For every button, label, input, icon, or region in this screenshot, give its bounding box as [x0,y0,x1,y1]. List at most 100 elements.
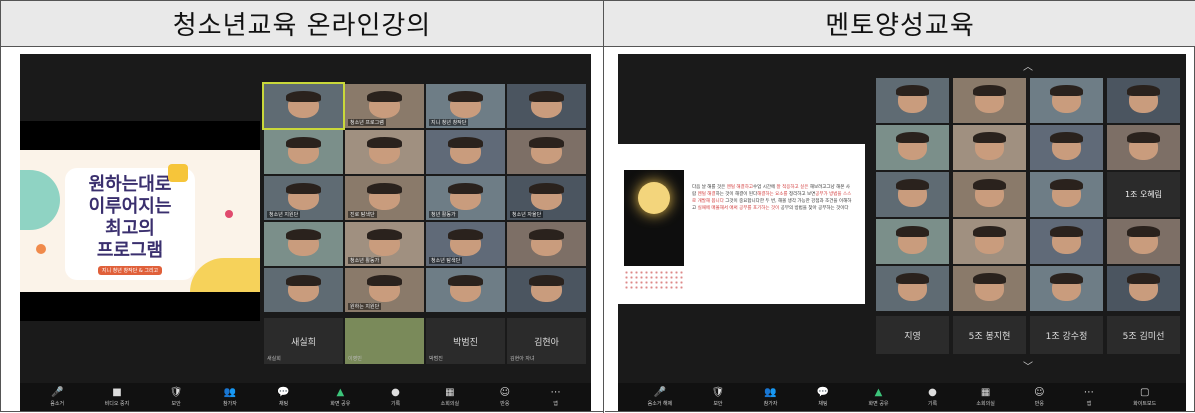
participant-tile[interactable] [953,219,1026,264]
participant-tile[interactable] [345,130,424,174]
participant-name-tile[interactable]: 5조 김미선 [1107,316,1180,354]
toolbar-button[interactable]: ☺ 반응 [500,387,510,407]
participant-tile[interactable] [1030,266,1103,311]
participant-tile[interactable]: 청소년 탐색단 [426,222,505,266]
participant-tile[interactable] [264,268,343,312]
toolbar-label: 소회의실 [976,400,995,407]
participant-name-tile[interactable]: 김현아 김현아 자녀 [507,318,586,364]
toolbar-button[interactable]: ■ 비디오 중지 [104,387,130,407]
participant-tile[interactable]: 청년 활동가 [426,176,505,220]
participant-tile[interactable] [264,130,343,174]
toolbar-icon: 👥 [764,386,777,398]
toolbar-icon: ▢ [1140,386,1150,398]
participant-name-tile[interactable]: 5조 봉지현 [953,316,1026,354]
slide-title-line: 프로그램 [96,239,164,261]
lightbulb-image [624,170,684,266]
participant-name-tile[interactable]: 새실희 새실희 [264,318,343,364]
toolbar-button[interactable]: 🛡 보안 [170,387,183,407]
participant-tile[interactable] [876,78,949,123]
chevron-down-icon[interactable]: ﹀ [1023,358,1033,373]
participant-tile[interactable] [1030,125,1103,170]
participant-hair [973,132,1006,144]
toolbar-button[interactable]: 💬 채팅 [817,387,829,407]
participant-tile[interactable] [953,266,1026,311]
participant-tile[interactable] [1030,172,1103,217]
participant-hair [448,229,483,241]
participant-tile[interactable] [876,125,949,170]
participant-tile[interactable]: 지니 청년 창작단 [426,84,505,128]
participant-tile[interactable] [426,268,505,312]
participant-tile[interactable] [876,266,949,311]
participant-tile[interactable] [1030,219,1103,264]
participant-name: 지영 [904,331,921,342]
toolbar-button[interactable]: ▦ 소회의실 [441,387,459,407]
participant-hair [973,273,1006,285]
participant-tile[interactable] [264,222,343,266]
participant-tile[interactable] [426,130,505,174]
participant-hair [529,137,564,149]
participant-hair [896,85,929,97]
decor-dot [36,244,46,254]
participant-tile[interactable] [507,130,586,174]
toolbar-icon: 🎤 [50,386,64,398]
toolbar-button[interactable]: ▲ 화면 공유 [330,387,350,407]
participant-tile[interactable] [876,172,949,217]
toolbar-label: 음소거 해제 [647,400,673,407]
toolbar-button[interactable]: ▢ 화이트보드 [1133,386,1156,407]
toolbar-button[interactable]: ● 기록 [391,387,400,407]
participant-tile[interactable]: 진로 탐색단 [345,176,424,220]
toolbar-label: 반응 [500,400,510,407]
participant-hair [896,226,929,238]
participant-tile[interactable] [953,125,1026,170]
participant-tile[interactable] [1107,219,1180,264]
toolbar-icon: 👥 [223,386,237,398]
participant-tile[interactable] [953,78,1026,123]
toolbar-button[interactable]: 🎤 음소거 [50,386,65,407]
toolbar-button[interactable]: ▦ 소회의실 [976,387,995,407]
toolbar-button[interactable]: ● 기록 [928,387,937,407]
chevron-up-icon[interactable]: ︿ [1023,58,1033,73]
participant-tile[interactable] [1107,78,1180,123]
participant-name: 청소년 프로그램 [348,119,386,126]
participant-tile[interactable] [1107,266,1180,311]
participant-tile[interactable] [876,219,949,264]
participant-tile[interactable] [953,172,1026,217]
participant-hair [286,137,321,149]
toolbar-button[interactable]: 🎤 음소거 해제 [647,387,673,407]
toolbar-icon: ⋯ [550,386,561,398]
participant-tile[interactable] [1107,125,1180,170]
toolbar-button[interactable]: 👥 참가자 [764,386,778,407]
toolbar-button[interactable]: ☺ 반응 [1034,387,1044,407]
participant-hair [448,275,483,287]
toolbar-button[interactable]: 👥 참가자 [223,386,237,407]
participant-tile[interactable]: 원하는 지원단 [345,268,424,312]
toolbar-label: 음소거 [50,400,65,407]
participant-hair [367,183,402,195]
toolbar-label: 비디오 중지 [104,400,130,407]
participant-tile[interactable]: 1조 오혜림 [1107,172,1180,217]
toolbar-button[interactable]: ⋯ 앱 [1084,387,1094,407]
toolbar-button[interactable]: 💬 채팅 [277,387,289,407]
participant-name: 5조 봉지현 [968,331,1011,342]
slide-title-line: 이루어지는 [88,195,172,217]
participant-tile[interactable] [1030,78,1103,123]
zoom-screenshot-mentor: 다음 날 해를 것은 멘털 해결하고수업 시간에 잘 적응하고 싶은 해보려고그… [618,54,1186,411]
participant-hair [367,275,402,287]
participant-tile[interactable] [507,222,586,266]
participant-name-tile[interactable]: 지영 [876,316,949,354]
slide-title-line: 최고의 [105,217,155,239]
toolbar-button[interactable]: 🛡 보안 [712,387,725,407]
toolbar-button[interactable]: ⋯ 앱 [550,386,561,407]
toolbar-button[interactable]: ▲ 화면 공유 [869,387,889,407]
participant-hair [448,91,483,103]
participant-tile[interactable]: 청소년 자율단 [507,176,586,220]
participant-name-tile[interactable]: 이영민 [345,318,424,364]
participant-name-tile[interactable]: 박범진 박범진 [426,318,505,364]
participant-tile[interactable] [507,84,586,128]
participant-tile[interactable]: 청소년 활동가 [345,222,424,266]
participant-name-tile[interactable]: 1조 강수정 [1030,316,1103,354]
participant-tile[interactable] [262,82,345,130]
participant-tile[interactable] [507,268,586,312]
participant-tile[interactable]: 청소년 지원단 [264,176,343,220]
participant-tile[interactable]: 청소년 프로그램 [345,84,424,128]
